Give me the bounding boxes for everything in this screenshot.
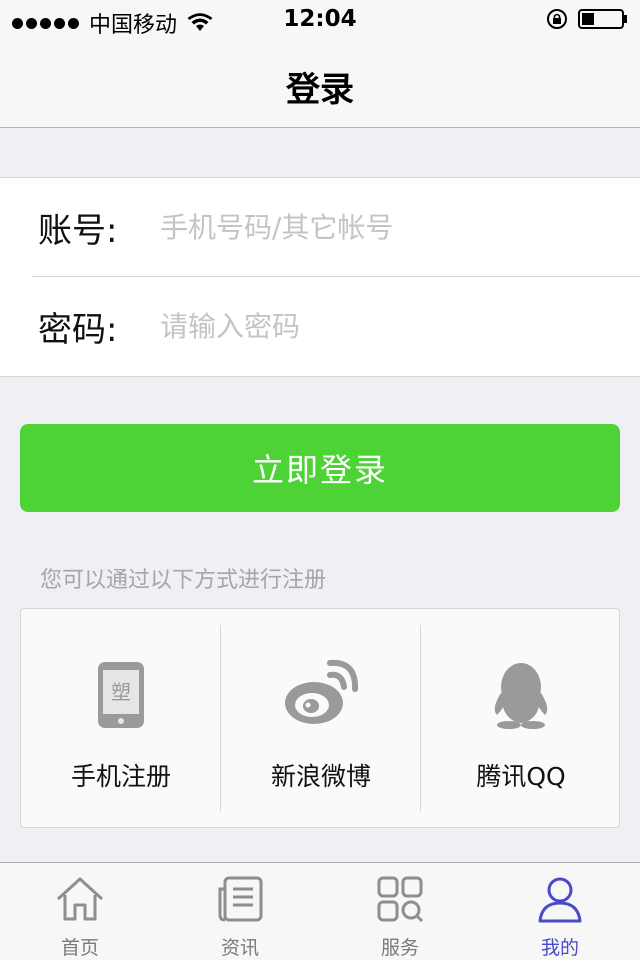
svg-text:塑: 塑 xyxy=(111,680,131,704)
password-input[interactable] xyxy=(160,296,620,357)
status-bar: 中国移动 12:04 xyxy=(0,0,640,40)
rotation-lock-icon xyxy=(547,9,567,29)
tab-news-label: 资讯 xyxy=(220,937,259,959)
password-label: 密码: xyxy=(38,310,118,350)
register-hint: 您可以通过以下方式进行注册 xyxy=(40,568,327,593)
tab-home-label: 首页 xyxy=(60,937,99,959)
profile-icon xyxy=(538,877,582,923)
status-right xyxy=(546,8,628,30)
tab-home[interactable]: 首页 xyxy=(0,863,160,960)
register-qq-option[interactable]: 腾讯QQ xyxy=(421,609,621,827)
register-options: 塑 手机注册 新浪微博 腾讯QQ xyxy=(20,608,620,828)
register-phone-label: 手机注册 xyxy=(70,762,171,791)
navigation-bar: 登录 xyxy=(0,40,640,128)
status-time: 12:04 xyxy=(283,6,357,32)
home-icon xyxy=(56,877,104,921)
register-phone-option[interactable]: 塑 手机注册 xyxy=(21,609,221,827)
tab-services-label: 服务 xyxy=(380,937,419,959)
account-label: 账号: xyxy=(38,211,118,251)
tab-news[interactable]: 资讯 xyxy=(160,863,320,960)
battery-icon xyxy=(578,9,627,29)
qq-icon xyxy=(494,663,548,729)
register-qq-label: 腾讯QQ xyxy=(476,762,566,791)
password-row: 密码: xyxy=(0,277,640,376)
register-weibo-option[interactable]: 新浪微博 xyxy=(221,609,421,827)
news-icon xyxy=(218,876,263,922)
tab-profile-label: 我的 xyxy=(540,937,579,959)
tab-bar: 首页 资讯 服务 我的 xyxy=(0,862,640,960)
tab-profile[interactable]: 我的 xyxy=(480,863,640,960)
weibo-icon xyxy=(285,659,358,724)
phone-icon: 塑 xyxy=(98,662,144,728)
account-input[interactable] xyxy=(160,197,620,258)
account-row: 账号: xyxy=(0,178,640,277)
tab-services[interactable]: 服务 xyxy=(320,863,480,960)
page-title: 登录 xyxy=(286,70,354,110)
login-button[interactable]: 立即登录 xyxy=(20,424,620,512)
services-icon xyxy=(377,876,424,923)
register-weibo-label: 新浪微博 xyxy=(270,762,371,791)
login-form: 账号: 密码: xyxy=(0,177,640,377)
